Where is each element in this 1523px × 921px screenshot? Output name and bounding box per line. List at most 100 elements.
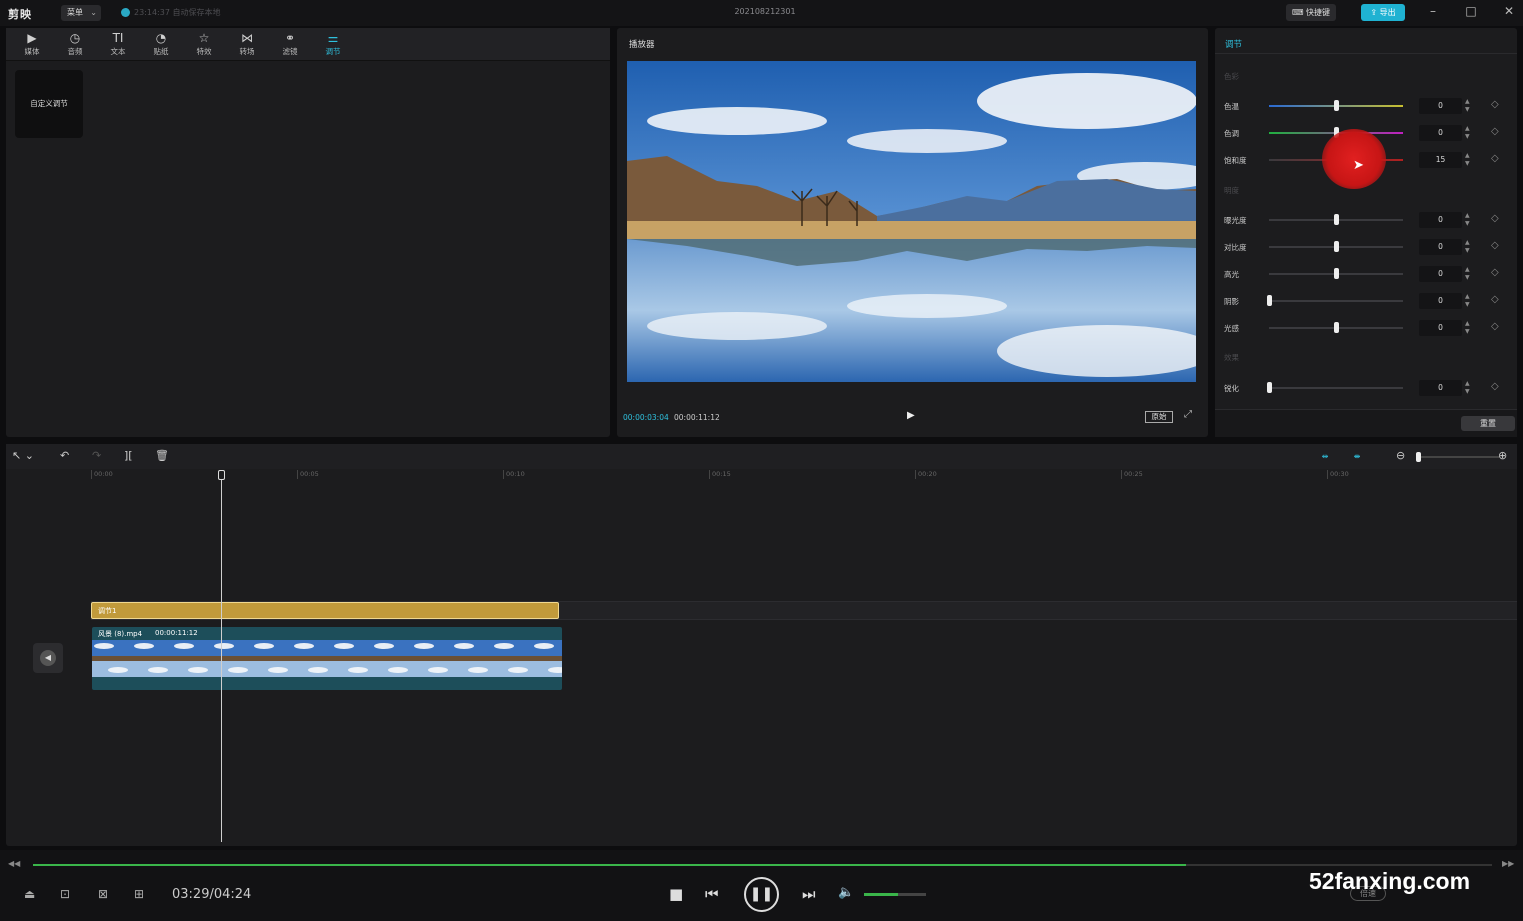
snap-icon[interactable]: ⇼ (1348, 450, 1366, 463)
value-input[interactable]: 0 (1419, 239, 1462, 255)
thumbnail-frame (412, 640, 452, 677)
stepper-icon[interactable]: ▲ ▼ (1465, 239, 1470, 255)
keyframe-icon[interactable]: ◇ (1491, 240, 1499, 251)
ruler-tick: 00:20 (915, 470, 937, 479)
tab-text[interactable]: TI 文本 (100, 30, 136, 60)
volume-slider[interactable] (864, 893, 926, 896)
reset-button[interactable]: 重置 (1461, 416, 1515, 431)
video-clip[interactable]: 风景 (8).mp4 00:00:11:12 (92, 627, 562, 690)
keyframe-icon[interactable]: ◇ (1491, 381, 1499, 392)
adjust-footer: 重置 (1215, 409, 1517, 437)
stepper-icon[interactable]: ▲ ▼ (1465, 380, 1470, 396)
value-input[interactable]: 0 (1419, 320, 1462, 336)
next-icon[interactable]: ⏭ (802, 885, 816, 903)
frame-icon[interactable]: ⊡ (60, 887, 70, 901)
time-ruler[interactable]: 00:00 00:05 00:10 00:15 00:20 00:25 00:3… (6, 469, 1517, 481)
track-mute-button[interactable]: ◀ (33, 643, 63, 673)
tab-sticker[interactable]: ◔ 贴纸 (143, 30, 179, 60)
delete-icon[interactable]: 🗑 (155, 449, 169, 462)
slider-knob[interactable] (1267, 295, 1272, 306)
close-icon[interactable]: ✕ (1499, 4, 1519, 18)
screen-icon[interactable]: ⊠ (98, 887, 108, 901)
stepper-icon[interactable]: ▲ ▼ (1465, 266, 1470, 282)
slider-knob[interactable] (1334, 241, 1339, 252)
export-button[interactable]: ⇪ 导出 (1361, 4, 1405, 21)
stepper-icon[interactable]: ▲ ▼ (1465, 152, 1470, 168)
tab-adjust[interactable]: ⚌ 调节 (315, 30, 351, 60)
keyframe-icon[interactable]: ◇ (1491, 153, 1499, 164)
slider-knob[interactable] (1334, 214, 1339, 225)
slider-knob[interactable] (1267, 382, 1272, 393)
split-icon[interactable]: ][ (124, 449, 133, 462)
tab-adjust-settings[interactable]: 调节 (1225, 38, 1242, 50)
tab-audio[interactable]: ◷ 音频 (57, 30, 93, 60)
select-tool-icon[interactable]: ↖ ⌄ (12, 449, 34, 462)
value-input[interactable]: 0 (1419, 266, 1462, 282)
eject-icon[interactable]: ⏏ (24, 887, 35, 901)
value-input[interactable]: 0 (1419, 125, 1462, 141)
value-input[interactable]: 15 (1419, 152, 1462, 168)
slider-knob[interactable] (1334, 100, 1339, 111)
playhead[interactable] (221, 470, 222, 842)
forward-icon[interactable]: ▶▶ (1502, 859, 1514, 868)
slider-knob[interactable] (1334, 268, 1339, 279)
fullscreen-icon[interactable]: ⤢ (1184, 409, 1192, 420)
redo-icon[interactable]: ↷ (92, 449, 101, 462)
custom-adjust-card[interactable]: 自定义调节 (15, 70, 83, 138)
tab-media[interactable]: ▶ 媒体 (14, 30, 50, 60)
document-title: 202108212301 (734, 7, 796, 16)
maximize-icon[interactable]: □ (1461, 4, 1481, 18)
stepper-icon[interactable]: ▲ ▼ (1465, 212, 1470, 228)
original-ratio-button[interactable]: 原始 (1145, 411, 1173, 423)
keyframe-icon[interactable]: ◇ (1491, 213, 1499, 224)
value-input[interactable]: 0 (1419, 98, 1462, 114)
volume-fill (864, 893, 899, 896)
volume-icon[interactable]: 🔈 (838, 885, 854, 900)
keyframe-icon[interactable]: ◇ (1491, 294, 1499, 305)
stepper-icon[interactable]: ▲ ▼ (1465, 320, 1470, 336)
play-icon[interactable]: ▶ (907, 410, 915, 421)
linkage-icon[interactable]: ⇹ (1316, 450, 1334, 463)
minimize-icon[interactable]: – (1423, 4, 1443, 18)
divider (1215, 53, 1517, 54)
rewind-icon[interactable]: ◀◀ (8, 859, 20, 868)
keyframe-icon[interactable]: ◇ (1491, 321, 1499, 332)
adjust-row: 光感 0 ▲ ▼ ◇ (1215, 319, 1517, 337)
playhead-handle[interactable] (218, 470, 225, 480)
value-input[interactable]: 0 (1419, 293, 1462, 309)
tab-label: 转场 (239, 47, 255, 56)
adjust-label: 阴影 (1224, 297, 1239, 306)
value-input[interactable]: 0 (1419, 380, 1462, 396)
tab-effects[interactable]: ☆ 特效 (186, 30, 222, 60)
tab-filter[interactable]: ⚭ 滤镜 (272, 30, 308, 60)
stepper-icon[interactable]: ▲ ▼ (1465, 293, 1470, 309)
menu-button[interactable]: 菜单 ⌄ (61, 5, 101, 21)
adjust-slider[interactable] (1269, 300, 1403, 302)
undo-icon[interactable]: ↶ (60, 449, 69, 462)
keyframe-icon[interactable]: ◇ (1491, 99, 1499, 110)
capture-icon[interactable]: ⊞ (134, 887, 144, 901)
zoom-in-icon[interactable]: ⊕ (1498, 449, 1507, 462)
stop-icon[interactable]: ■ (669, 885, 683, 903)
keyframe-icon[interactable]: ◇ (1491, 267, 1499, 278)
value-input[interactable]: 0 (1419, 212, 1462, 228)
adjust-slider[interactable] (1269, 387, 1403, 389)
zoom-knob[interactable] (1416, 452, 1421, 462)
shortcut-button[interactable]: ⌨ 快捷键 (1286, 4, 1336, 21)
keyframe-icon[interactable]: ◇ (1491, 126, 1499, 137)
slider-knob[interactable] (1334, 322, 1339, 333)
adjust-clip[interactable]: 调节1 (91, 602, 559, 619)
stepper-icon[interactable]: ▲ ▼ (1465, 98, 1470, 114)
tab-transition[interactable]: ⋈ 转场 (229, 30, 265, 60)
zoom-slider[interactable] (1417, 456, 1499, 458)
thumbnail-frame (212, 640, 252, 677)
previous-icon[interactable]: ⏮ (705, 885, 719, 903)
stepper-icon[interactable]: ▲ ▼ (1465, 125, 1470, 141)
zoom-out-icon[interactable]: ⊖ (1396, 449, 1405, 462)
clip-name: 风景 (8).mp4 (98, 630, 143, 638)
video-preview[interactable] (627, 61, 1196, 382)
adjust-row: 对比度 0 ▲ ▼ ◇ (1215, 238, 1517, 256)
pause-button[interactable]: ❚❚ (744, 877, 779, 912)
progress-bar[interactable] (33, 864, 1492, 866)
tab-label: 调节 (325, 47, 341, 56)
